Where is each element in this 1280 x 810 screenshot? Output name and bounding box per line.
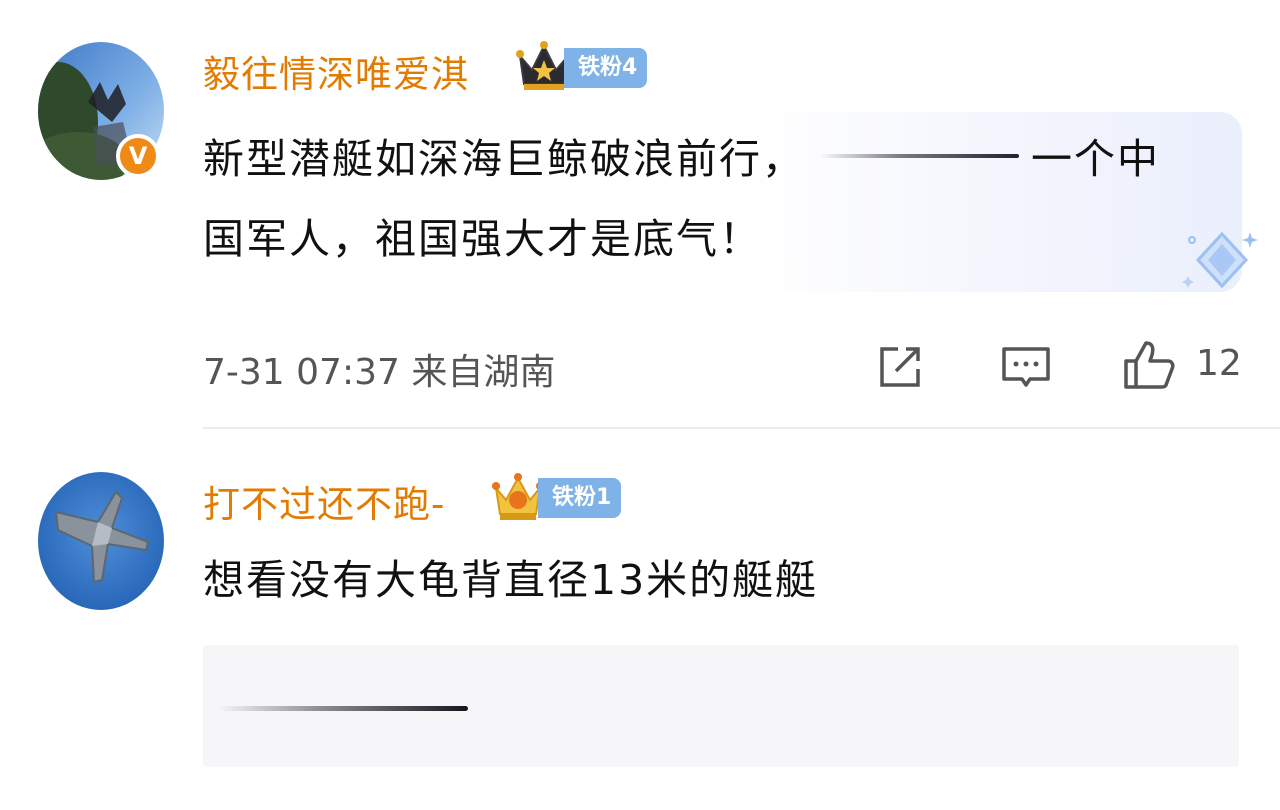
comment-text-part: 一个中 <box>1031 135 1160 183</box>
comment-text: 想看没有大龟背直径13米的艇艇 <box>203 556 819 604</box>
share-icon[interactable] <box>876 343 926 391</box>
divider <box>203 427 1280 429</box>
comment-icon[interactable] <box>1000 343 1052 391</box>
fan-level-badge: 铁粉1 <box>538 478 622 518</box>
comment-timestamp: 7-31 07:37 来自湖南 <box>203 352 556 393</box>
like-count: 12 <box>1196 343 1242 384</box>
verified-badge: V <box>116 134 160 178</box>
fan-level-badge: 铁粉4 <box>564 48 648 88</box>
comment-username[interactable]: 打不过还不跑- <box>203 474 445 528</box>
comment-text: 新型潜艇如深海巨鲸破浪前行， 一个中 <box>203 119 1160 199</box>
comment-text-line2: 国军人，祖国强大才是底气！ <box>203 215 762 263</box>
fighter-jet-avatar <box>38 472 164 610</box>
redaction-mark <box>819 154 1019 158</box>
comment-text-part: 新型潜艇如深海巨鲸破浪前行， <box>203 135 805 183</box>
redaction-mark <box>218 706 468 711</box>
diamond-decoration-icon <box>1182 231 1258 289</box>
comment-username[interactable]: 毅往情深唯爱淇 <box>203 44 469 98</box>
thumbs-up-icon[interactable] <box>1122 339 1176 391</box>
avatar[interactable] <box>38 472 164 610</box>
